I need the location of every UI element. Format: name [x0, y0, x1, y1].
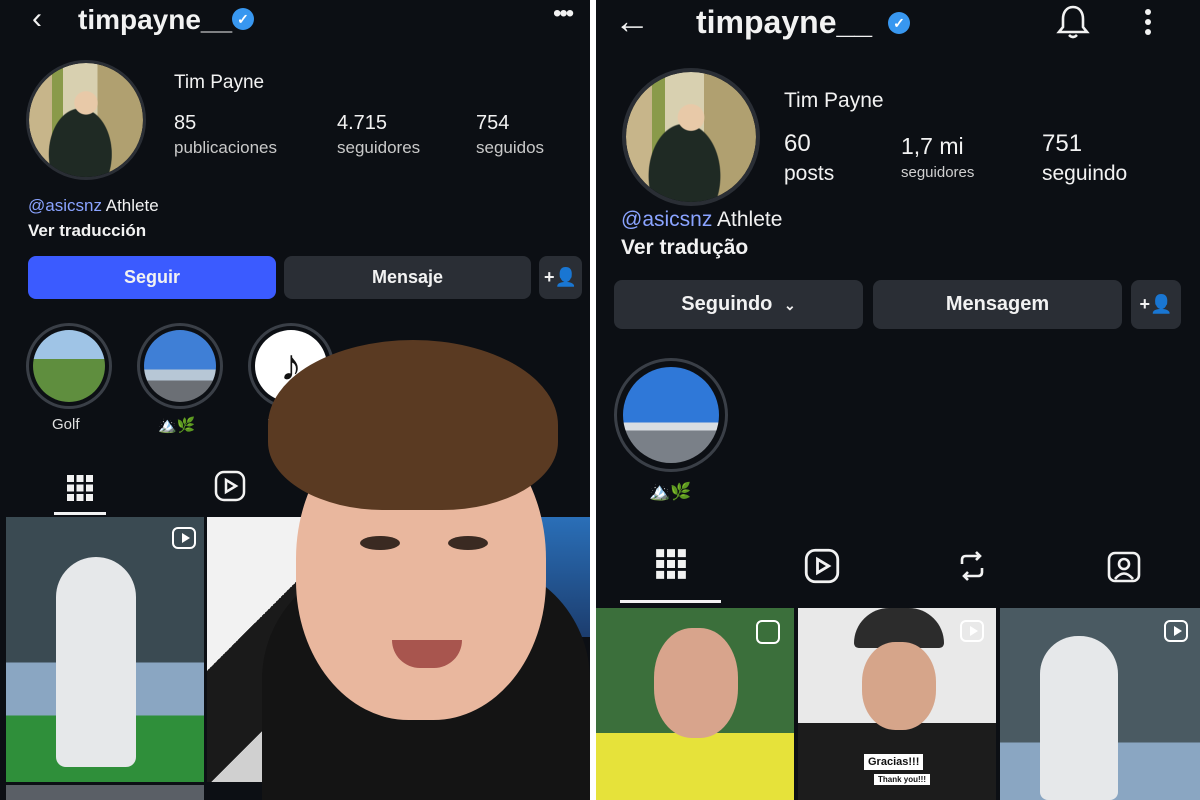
- bio-text: Athlete: [105, 196, 159, 215]
- tagged-tab-icon[interactable]: [1106, 548, 1142, 584]
- add-user-button[interactable]: +👤: [1131, 280, 1181, 329]
- translate-link[interactable]: Ver tradução: [621, 236, 748, 260]
- caption-gracias: Gracias!!!: [864, 754, 924, 770]
- bio-text: Athlete: [717, 208, 783, 231]
- stat-following-value[interactable]: 751: [1042, 130, 1082, 158]
- reels-tab-icon[interactable]: [212, 470, 248, 506]
- profile-name: Tim Payne: [174, 72, 265, 93]
- player-figure: [56, 557, 136, 767]
- left-profile-screen: ‹ timpayne__ ✓ ••• Tim Payne 85 publicac…: [0, 0, 590, 800]
- reel-badge-icon: [960, 620, 984, 642]
- follow-button[interactable]: Seguir: [28, 256, 276, 299]
- creator-overlay-image: [262, 340, 590, 800]
- post-thumbnail[interactable]: Gracias!!! Thank you!!!: [798, 608, 996, 800]
- profile-avatar[interactable]: [26, 60, 146, 180]
- following-button-label: Seguindo: [681, 293, 773, 315]
- post-thumbnail[interactable]: [596, 608, 794, 800]
- highlight-mountains-label: 🏔️🌿: [649, 482, 692, 501]
- verified-badge-icon: ✓: [232, 8, 254, 30]
- stat-followers-label[interactable]: seguidores: [901, 164, 974, 181]
- stat-following-label[interactable]: seguidos: [476, 138, 544, 158]
- player-figure: [1040, 636, 1118, 800]
- reels-tab-icon[interactable]: [804, 548, 840, 584]
- add-user-icon: +👤: [1139, 294, 1173, 314]
- highlight-mountains[interactable]: [614, 358, 728, 472]
- reel-badge-icon: [1164, 620, 1188, 642]
- add-user-button[interactable]: +👤: [539, 256, 582, 299]
- highlight-golf[interactable]: [26, 323, 112, 409]
- verified-badge-icon: ✓: [888, 12, 910, 34]
- caption-thanks: Thank you!!!: [874, 774, 930, 785]
- profile-username: timpayne__: [696, 4, 873, 40]
- stat-posts-label[interactable]: publicaciones: [174, 138, 277, 158]
- translate-link[interactable]: Ver traducción: [28, 221, 146, 241]
- player-face: [654, 628, 738, 738]
- back-icon[interactable]: ‹: [32, 2, 42, 36]
- stat-followers-label[interactable]: seguidores: [337, 138, 420, 158]
- message-button[interactable]: Mensagem: [873, 280, 1122, 329]
- stat-followers-value[interactable]: 4.715: [337, 112, 387, 135]
- post-thumbnail[interactable]: [6, 517, 204, 782]
- bell-icon[interactable]: [1056, 4, 1090, 40]
- chevron-down-icon: ⌄: [783, 297, 796, 313]
- active-tab-indicator: [54, 512, 106, 515]
- more-vertical-icon[interactable]: [1144, 8, 1152, 36]
- profile-username: timpayne__: [78, 4, 233, 35]
- bio-mention-link[interactable]: @asicsnz: [621, 208, 712, 231]
- stat-followers-value[interactable]: 1,7 mi: [901, 133, 964, 160]
- bio: @asicsnz Athlete: [621, 208, 782, 232]
- bio: @asicsnz Athlete: [28, 196, 159, 216]
- active-tab-indicator: [620, 600, 721, 603]
- highlight-mountains-label: 🏔️🌿: [158, 417, 196, 434]
- stat-following-label[interactable]: seguindo: [1042, 162, 1127, 186]
- reel-badge-icon: [172, 527, 196, 549]
- following-button[interactable]: Seguindo ⌄: [614, 280, 863, 329]
- carousel-icon: [756, 620, 780, 644]
- more-horizontal-icon[interactable]: •••: [553, 0, 574, 28]
- highlight-mountains[interactable]: [137, 323, 223, 409]
- person-face: [862, 642, 936, 730]
- stat-posts-value[interactable]: 60: [784, 130, 811, 158]
- profile-name: Tim Payne: [784, 89, 884, 112]
- stat-following-value[interactable]: 754: [476, 112, 509, 135]
- message-button[interactable]: Mensaje: [284, 256, 531, 299]
- reposts-tab-icon[interactable]: [954, 548, 990, 584]
- post-thumbnail[interactable]: [1000, 608, 1200, 800]
- profile-avatar[interactable]: [622, 68, 760, 206]
- stat-posts-value[interactable]: 85: [174, 112, 196, 135]
- stat-posts-label[interactable]: posts: [784, 162, 834, 186]
- grid-tab-icon[interactable]: [654, 548, 688, 582]
- bio-mention-link[interactable]: @asicsnz: [28, 196, 102, 215]
- highlight-golf-label: Golf: [52, 416, 80, 433]
- add-user-icon: +👤: [544, 267, 577, 287]
- arrow-left-icon[interactable]: ←: [614, 0, 650, 42]
- right-profile-screen: ← timpayne__ ✓ Tim Payne 60 posts 1,7 mi…: [596, 0, 1200, 800]
- post-thumbnail[interactable]: [6, 785, 204, 800]
- grid-tab-icon[interactable]: [58, 468, 102, 512]
